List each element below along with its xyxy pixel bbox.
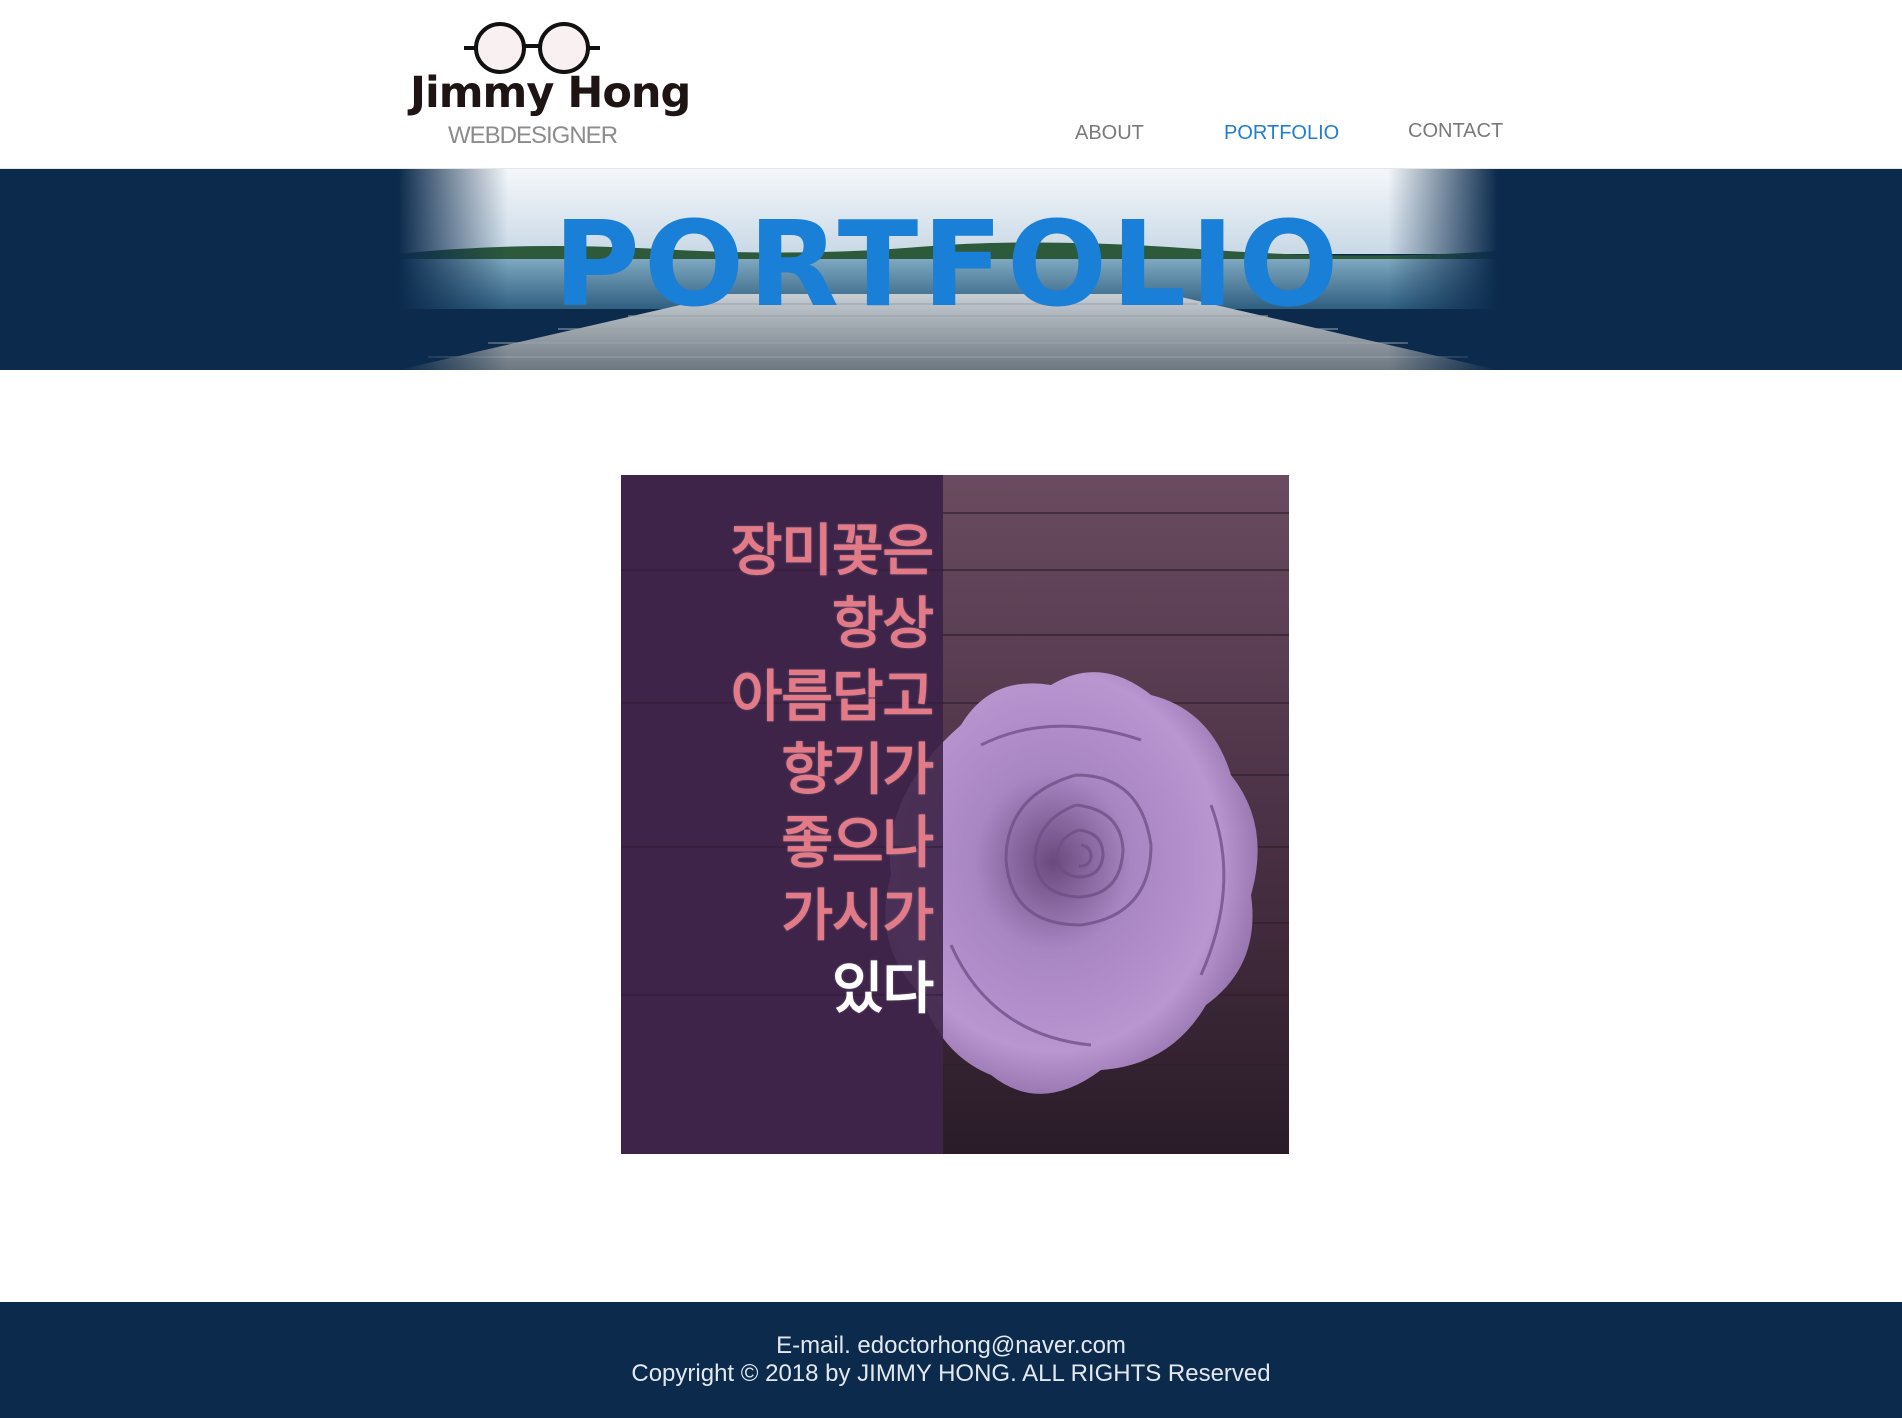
footer-email[interactable]: E-mail. edoctorhong@naver.com <box>0 1332 1902 1360</box>
poem-line: 좋으나 <box>781 811 934 876</box>
footer-copyright: Copyright © 2018 by JIMMY HONG. ALL RIGH… <box>631 1360 1271 1387</box>
poem-text: 장미꽃은 항상 아름답고 향기가 좋으나 가시가 있다 <box>621 515 934 1026</box>
nav-item-contact[interactable]: CONTACT <box>1408 120 1503 143</box>
poem-line: 향기가 <box>781 738 934 803</box>
logo-name: Jimmy Hong <box>410 68 691 118</box>
site-header: Jimmy Hong WEBDESIGNER ABOUT PORTFOLIO C… <box>0 0 1902 169</box>
site-footer: E-mail. edoctorhong@naver.com Copyright … <box>0 1302 1902 1418</box>
portfolio-artwork[interactable]: 장미꽃은 항상 아름답고 향기가 좋으나 가시가 있다 <box>621 475 1289 1154</box>
poem-line: 아름답고 <box>730 665 934 730</box>
nav-item-about[interactable]: ABOUT <box>1075 122 1144 145</box>
banner-title: PORTFOLIO <box>553 195 1343 333</box>
poem-line: 장미꽃은 <box>730 519 934 584</box>
poem-line: 가시가 <box>781 884 934 949</box>
nav-item-portfolio[interactable]: PORTFOLIO <box>1224 122 1339 145</box>
poem-line: 항상 <box>831 592 934 657</box>
main-nav: ABOUT PORTFOLIO CONTACT <box>0 120 1902 152</box>
page-banner: PORTFOLIO <box>0 169 1902 370</box>
poem-line: 있다 <box>831 957 934 1022</box>
